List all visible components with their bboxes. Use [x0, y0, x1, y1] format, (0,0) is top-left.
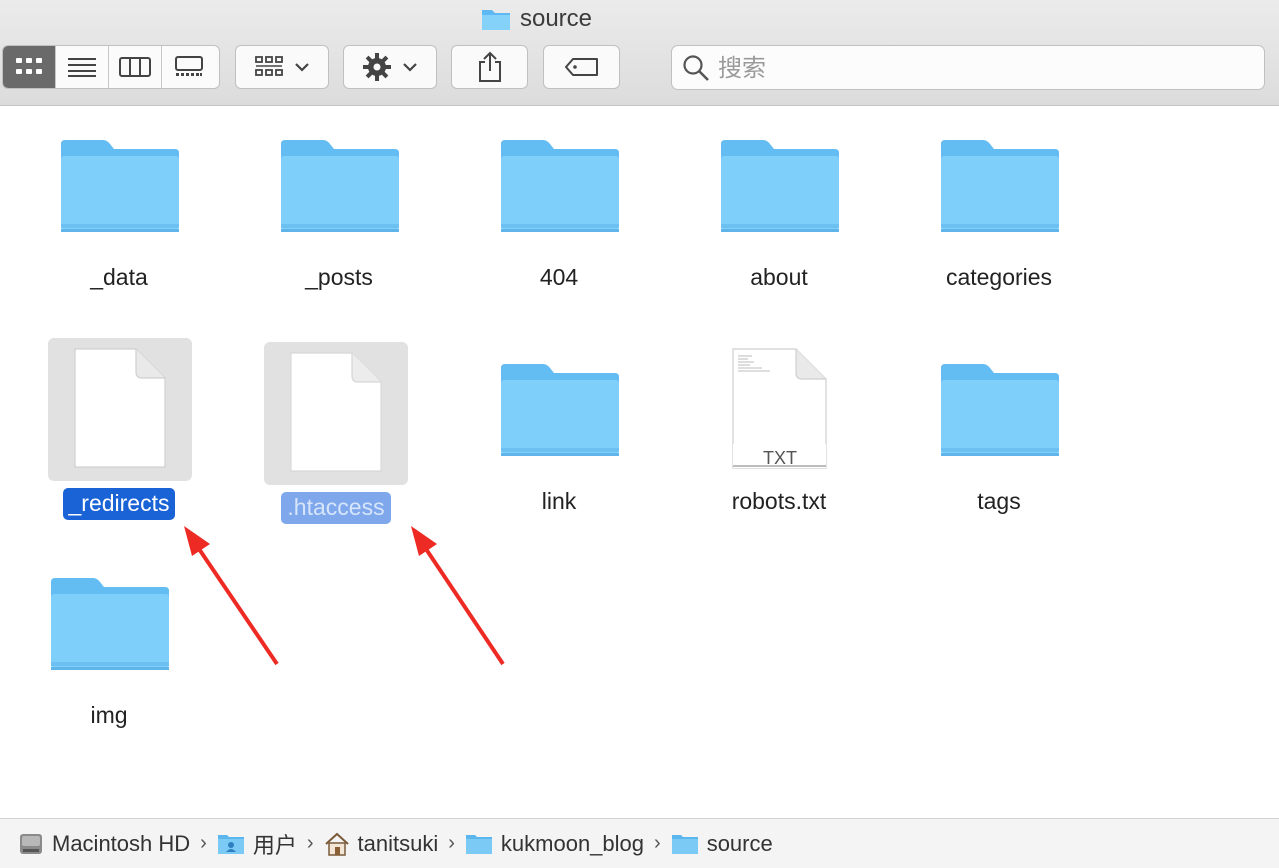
txt-badge: TXT — [763, 448, 797, 468]
path-crumb-kukmoon-blog[interactable]: kukmoon_blog — [465, 831, 644, 857]
item-name: categories — [945, 264, 1053, 290]
folder-icon — [51, 578, 169, 670]
item-name: 404 — [539, 264, 579, 290]
chevron-right-icon: › — [448, 832, 455, 854]
folder-icon — [671, 834, 698, 854]
search-field[interactable] — [671, 45, 1265, 90]
item-name: .htaccess — [281, 492, 391, 524]
folder-icon — [465, 834, 492, 854]
users-folder-icon — [217, 834, 244, 854]
path-crumb-label: kukmoon_blog — [500, 830, 645, 856]
window-title: source — [0, 4, 1072, 34]
folder-item[interactable]: about — [679, 106, 879, 306]
path-crumb-tanitsuki[interactable]: tanitsuki — [324, 830, 439, 857]
folder-icon — [501, 140, 619, 232]
gear-icon — [363, 53, 391, 81]
share-button[interactable] — [451, 45, 528, 89]
list-view-icon — [68, 58, 96, 77]
folder-icon — [281, 140, 399, 232]
icon-view-button[interactable] — [3, 46, 56, 88]
path-crumb-users[interactable]: 用户 — [217, 828, 297, 860]
path-crumb-macintosh-hd[interactable]: Macintosh HD — [18, 831, 190, 857]
view-mode-control — [2, 45, 220, 89]
window-title-text: source — [519, 5, 593, 32]
action-button[interactable] — [343, 45, 437, 89]
path-crumb-label: source — [706, 830, 773, 856]
item-name: _data — [90, 264, 148, 290]
search-icon — [683, 54, 709, 81]
chevron-down-icon — [403, 63, 417, 72]
folder-item[interactable]: 404 — [459, 106, 659, 306]
column-view-icon — [119, 57, 151, 77]
annotation-arrow — [411, 526, 505, 666]
home-icon — [324, 832, 349, 856]
item-name: robots.txt — [731, 488, 827, 514]
gallery-view-icon — [174, 56, 203, 76]
item-name: link — [541, 488, 577, 514]
folder-icon — [941, 364, 1059, 456]
path-crumb-label: Macintosh HD — [52, 830, 191, 856]
blank-document-icon — [290, 352, 382, 472]
chevron-right-icon: › — [200, 832, 207, 854]
path-crumb-label: 用户 — [252, 832, 297, 858]
path-bar: Macintosh HD › 用户 › tanitsuki › kukmoon_… — [0, 818, 1279, 868]
folder-icon — [61, 140, 179, 232]
gallery-view-button[interactable] — [162, 46, 215, 88]
folder-item[interactable]: categories — [899, 106, 1099, 306]
path-crumb-label: tanitsuki — [357, 830, 439, 856]
folder-icon — [941, 140, 1059, 232]
group-by-button[interactable] — [235, 45, 329, 89]
icon-view-icon — [16, 58, 42, 74]
document-item-htaccess[interactable]: .htaccess — [236, 330, 436, 530]
folder-icon — [501, 364, 619, 456]
folder-icon — [721, 140, 839, 232]
item-name: _posts — [305, 264, 373, 290]
share-icon — [478, 51, 501, 82]
folder-item[interactable]: img — [9, 544, 209, 744]
item-name: tags — [977, 488, 1021, 514]
search-input[interactable] — [716, 51, 1240, 84]
column-view-button[interactable] — [109, 46, 162, 88]
hard-drive-icon — [20, 833, 42, 854]
folder-item[interactable]: link — [459, 330, 659, 530]
path-crumb-source[interactable]: source — [671, 831, 773, 857]
folder-item[interactable]: _posts — [239, 106, 439, 306]
chevron-down-icon — [295, 63, 309, 72]
document-item-redirects[interactable]: _redirects — [19, 330, 219, 530]
blank-document-icon — [74, 348, 166, 468]
folder-item[interactable]: tags — [899, 330, 1099, 530]
item-name: about — [750, 264, 808, 290]
item-name: img — [90, 702, 128, 728]
group-grid-icon — [255, 56, 283, 76]
toolbar: source — [0, 0, 1279, 106]
list-view-button[interactable] — [56, 46, 109, 88]
tag-icon — [564, 58, 598, 76]
chevron-right-icon: › — [654, 832, 661, 854]
item-name: _redirects — [62, 488, 176, 520]
file-icon-grid: _data _posts 404 about categories _redir… — [0, 106, 1279, 818]
folder-item[interactable]: _data — [19, 106, 219, 306]
tag-button[interactable] — [543, 45, 620, 89]
folder-icon — [481, 10, 510, 30]
text-file-item[interactable]: TXT robots.txt — [679, 330, 879, 530]
chevron-right-icon: › — [306, 832, 314, 854]
